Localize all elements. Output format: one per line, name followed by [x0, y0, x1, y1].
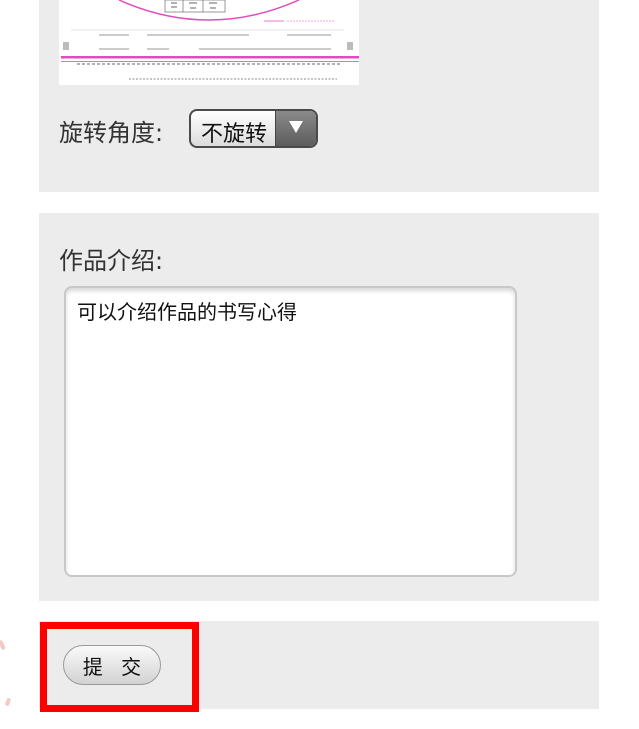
chevron-down-icon — [289, 121, 303, 133]
rotate-angle-label: 旋转角度: — [59, 119, 164, 147]
rotate-angle-select[interactable]: 不旋转 — [189, 109, 318, 148]
intro-label: 作品介绍: — [59, 247, 164, 275]
dropdown-arrow-box[interactable] — [275, 111, 316, 146]
submit-button[interactable]: 提 交 — [63, 645, 161, 685]
background-decoration — [4, 697, 12, 707]
rotate-angle-value: 不旋转 — [201, 122, 268, 147]
certificate-graphic — [59, 0, 359, 85]
background-decoration — [0, 639, 6, 651]
artwork-preview-image — [59, 0, 359, 85]
intro-textarea[interactable] — [64, 286, 517, 577]
